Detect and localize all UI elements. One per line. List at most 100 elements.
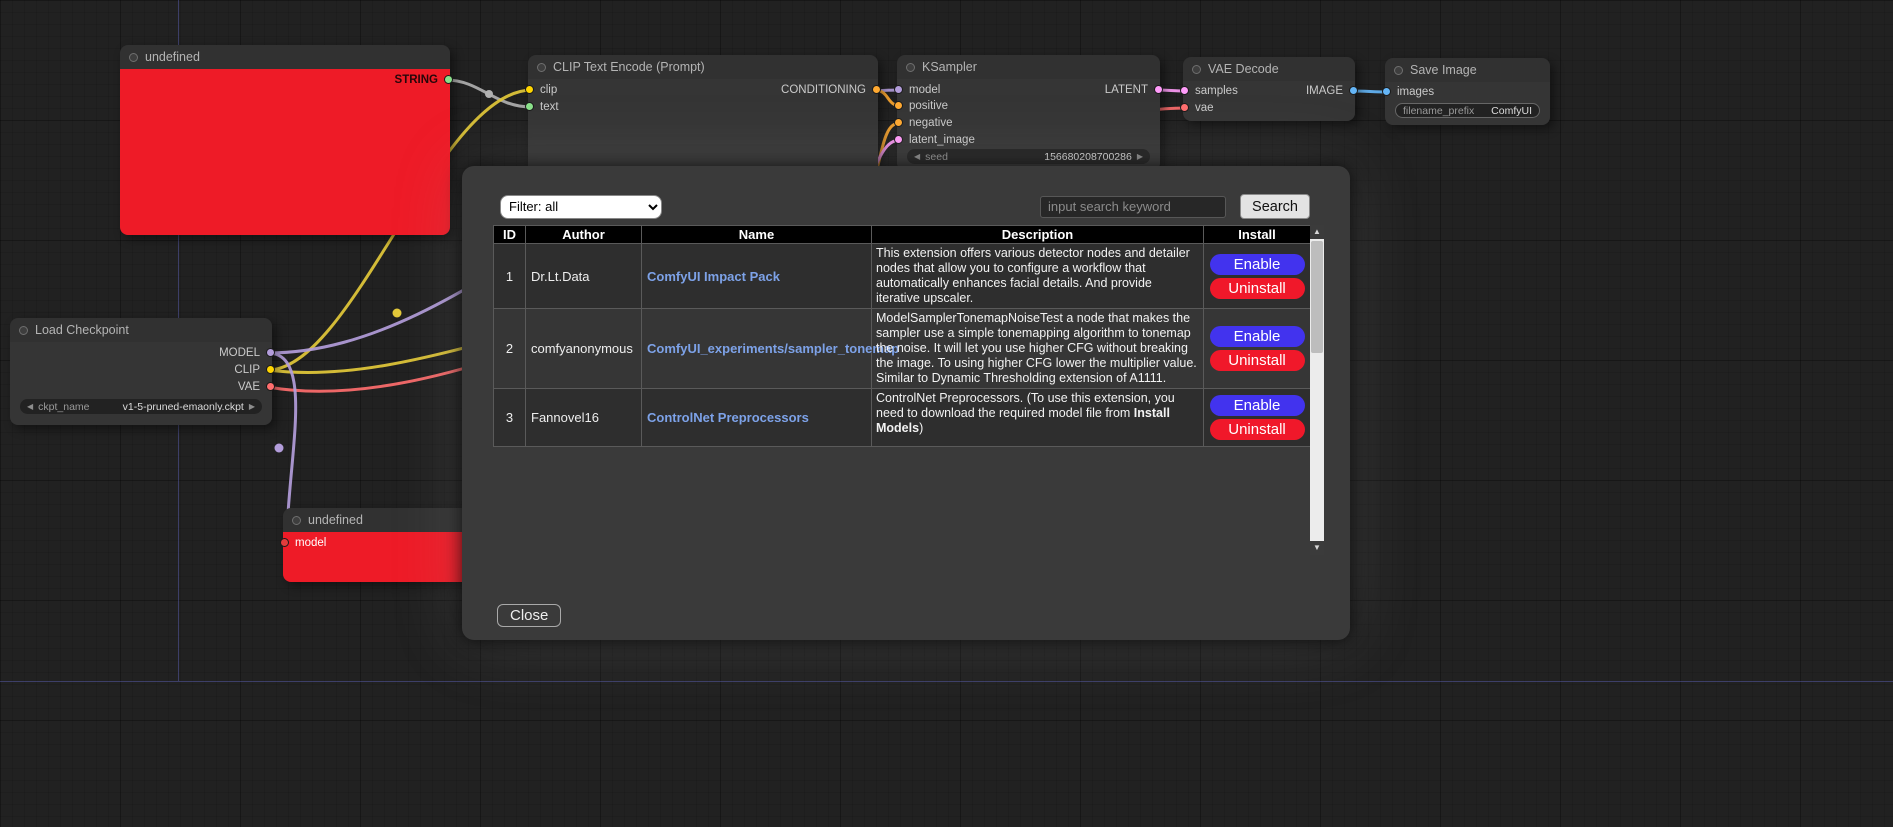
enable-button[interactable]: Enable	[1210, 254, 1305, 275]
extension-row: 1Dr.Lt.Data ComfyUI Impact Pack This exten…	[494, 244, 1311, 309]
node-load-checkpoint[interactable]: Load Checkpoint MODEL CLIP VAE ◀ ckpt_na…	[10, 318, 272, 425]
samples-input-pin[interactable]	[1180, 86, 1189, 95]
input-slot-label: text	[540, 101, 559, 113]
widget-increment-icon[interactable]: ▶	[1137, 149, 1143, 164]
node-title: Load Checkpoint	[35, 323, 129, 337]
ckpt-name-widget[interactable]: ◀ ckpt_name v1-5-pruned-emaonly.ckpt ▶	[20, 399, 262, 414]
model-output-pin[interactable]	[266, 348, 275, 357]
node-body: model positive negative latent_image LAT…	[897, 79, 1160, 171]
widget-prev-icon[interactable]: ◀	[27, 399, 33, 414]
widget-name: seed	[925, 151, 948, 163]
input-slot-label: model	[295, 537, 326, 549]
latent-output-pin[interactable]	[1154, 85, 1163, 94]
model-input-pin[interactable]	[280, 538, 289, 547]
close-button[interactable]: Close	[497, 604, 561, 627]
dialog-toolbar: Filter: all Search	[500, 194, 1310, 219]
widget-decrement-icon[interactable]: ◀	[914, 149, 920, 164]
seed-widget[interactable]: ◀ seed 156680208700286 ▶	[907, 149, 1150, 164]
scrollbar-thumb[interactable]	[1311, 241, 1323, 353]
extension-name-link[interactable]: ControlNet Preprocessors	[647, 410, 809, 425]
widget-next-icon[interactable]: ▶	[249, 399, 255, 414]
image-output-pin[interactable]	[1349, 86, 1358, 95]
collapse-dot-icon[interactable]	[19, 326, 28, 335]
input-slot-label: images	[1397, 86, 1434, 98]
node-title: undefined	[308, 513, 363, 527]
collapse-dot-icon[interactable]	[292, 516, 301, 525]
text-input-pin[interactable]	[525, 102, 534, 111]
vae-output-pin[interactable]	[266, 382, 275, 391]
extension-id: 3	[494, 389, 526, 447]
conditioning-output-pin[interactable]	[872, 85, 881, 94]
node-title: KSampler	[922, 60, 977, 74]
output-slot-label: CLIP	[234, 364, 260, 376]
filename-prefix-widget[interactable]: filename_prefix ComfyUI	[1395, 103, 1540, 118]
collapse-dot-icon[interactable]	[1394, 66, 1403, 75]
enable-button[interactable]: Enable	[1210, 395, 1305, 416]
negative-input-pin[interactable]	[894, 118, 903, 127]
positive-input-pin[interactable]	[894, 101, 903, 110]
collapse-dot-icon[interactable]	[537, 63, 546, 72]
output-slot-label: STRING	[395, 74, 438, 86]
node-body: MODEL CLIP VAE ◀ ckpt_name v1-5-pruned-e…	[10, 342, 272, 425]
node-clip-text-encode[interactable]: CLIP Text Encode (Prompt) clip text COND…	[528, 55, 878, 175]
node-title-bar[interactable]: Save Image	[1385, 58, 1550, 82]
collapse-dot-icon[interactable]	[906, 63, 915, 72]
widget-value: v1-5-pruned-emaonly.ckpt	[123, 401, 244, 413]
filter-dropdown[interactable]: Filter: all	[500, 195, 662, 219]
extension-description: This extension offers various detector n…	[872, 244, 1204, 309]
images-input-pin[interactable]	[1382, 87, 1391, 96]
latent-image-input-pin[interactable]	[894, 135, 903, 144]
search-input[interactable]	[1040, 196, 1226, 218]
node-body: images filename_prefix ComfyUI	[1385, 82, 1550, 125]
vae-input-pin[interactable]	[1180, 103, 1189, 112]
clip-output-pin[interactable]	[266, 365, 275, 374]
uninstall-button[interactable]: Uninstall	[1210, 419, 1305, 440]
input-slot-label: samples	[1195, 85, 1238, 97]
input-slot-label: clip	[540, 84, 557, 96]
widget-name: filename_prefix	[1403, 105, 1474, 117]
extension-id: 1	[494, 244, 526, 309]
input-slot-label: positive	[909, 100, 948, 112]
collapse-dot-icon[interactable]	[1192, 65, 1201, 74]
node-title-bar[interactable]: CLIP Text Encode (Prompt)	[528, 55, 878, 79]
node-title-bar[interactable]: VAE Decode	[1183, 57, 1355, 81]
extension-name-link[interactable]: ComfyUI_experiments/sampler_tonemap	[647, 341, 899, 356]
scroll-up-icon[interactable]: ▲	[1310, 225, 1324, 239]
uninstall-button[interactable]: Uninstall	[1210, 350, 1305, 371]
node-save-image[interactable]: Save Image images filename_prefix ComfyU…	[1385, 58, 1550, 125]
model-input-pin[interactable]	[894, 85, 903, 94]
node-undefined-top[interactable]: undefined STRING	[120, 45, 450, 235]
input-slot-label: latent_image	[909, 134, 975, 146]
node-ksampler[interactable]: KSampler model positive negative latent_…	[897, 55, 1160, 171]
node-title-bar[interactable]: Load Checkpoint	[10, 318, 272, 342]
search-button[interactable]: Search	[1240, 194, 1310, 219]
col-header-id: ID	[494, 226, 526, 244]
node-title: VAE Decode	[1208, 62, 1279, 76]
enable-button[interactable]: Enable	[1210, 326, 1305, 347]
extension-row: 3Fannovel16 ControlNet Preprocessors Contr…	[494, 389, 1311, 447]
extensions-table: ID Author Name Description Install 1Dr.L…	[493, 225, 1310, 555]
input-slot-label: vae	[1195, 102, 1214, 114]
node-title: Save Image	[1410, 63, 1477, 77]
extension-install-cell: Enable Uninstall	[1204, 389, 1311, 447]
node-canvas[interactable]: { "icons": { "arrow_left": "◀", "arrow_r…	[0, 0, 1893, 827]
uninstall-button[interactable]: Uninstall	[1210, 278, 1305, 299]
clip-input-pin[interactable]	[525, 85, 534, 94]
extension-name-link[interactable]: ComfyUI Impact Pack	[647, 269, 780, 284]
collapse-dot-icon[interactable]	[129, 53, 138, 62]
output-slot-label: VAE	[238, 381, 260, 393]
link-dot	[393, 309, 402, 318]
extension-description: ControlNet Preprocessors. (To use this e…	[872, 389, 1204, 447]
extension-description: ModelSamplerTonemapNoiseTest a node that…	[872, 309, 1204, 389]
extension-author: Fannovel16	[526, 389, 642, 447]
node-vae-decode[interactable]: VAE Decode samples vae IMAGE	[1183, 57, 1355, 121]
table-scrollbar[interactable]: ▲ ▼	[1310, 225, 1324, 555]
col-header-description: Description	[872, 226, 1204, 244]
col-header-author: Author	[526, 226, 642, 244]
extension-author: Dr.Lt.Data	[526, 244, 642, 309]
scroll-down-icon[interactable]: ▼	[1310, 541, 1324, 555]
extension-author: comfyanonymous	[526, 309, 642, 389]
string-output-pin[interactable]	[444, 75, 453, 84]
node-title-bar[interactable]: KSampler	[897, 55, 1160, 79]
node-title-bar[interactable]: undefined	[120, 45, 450, 69]
